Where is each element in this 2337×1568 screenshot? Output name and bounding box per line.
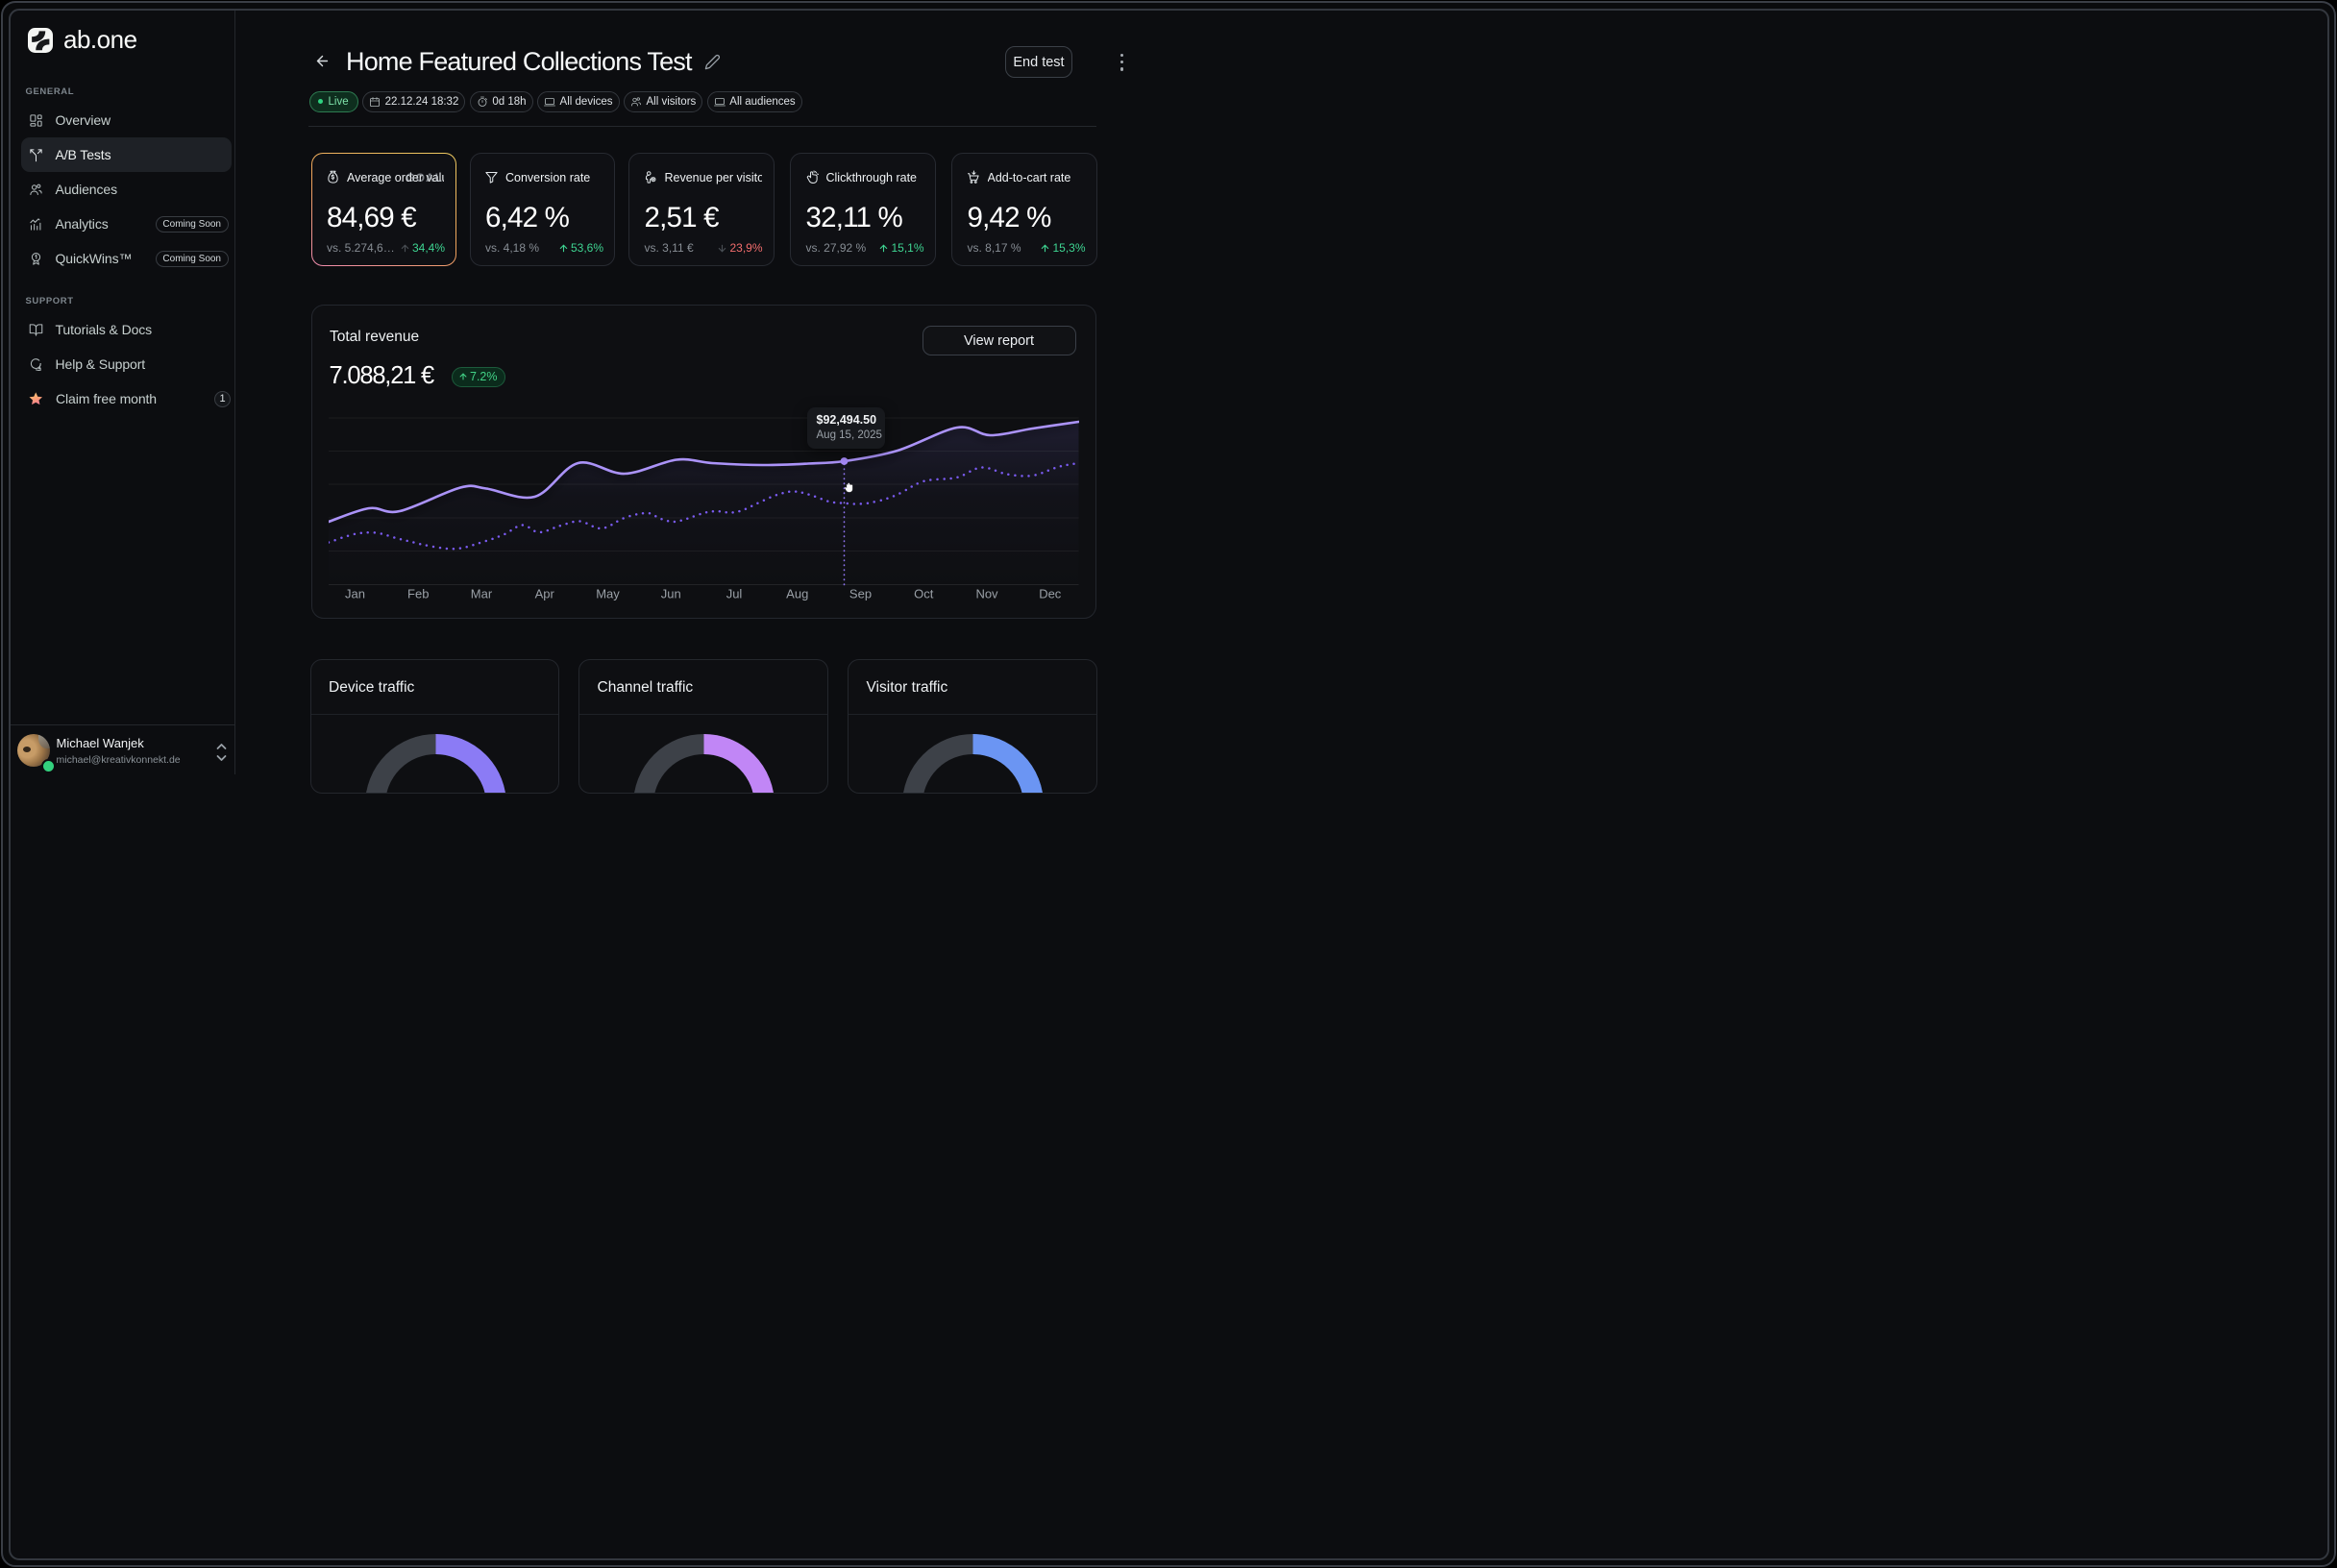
svg-text:Jun: Jun (661, 587, 681, 601)
svg-text:May: May (596, 587, 620, 601)
svg-text:Sep: Sep (849, 587, 872, 601)
svg-text:Nov: Nov (975, 587, 998, 601)
svg-text:Apr: Apr (535, 587, 555, 601)
svg-text:Mar: Mar (471, 587, 493, 601)
svg-text:Dec: Dec (1039, 587, 1062, 601)
svg-text:Aug: Aug (786, 587, 808, 601)
svg-text:Jul: Jul (726, 587, 743, 601)
svg-text:Feb: Feb (407, 587, 429, 601)
svg-text:Jan: Jan (345, 587, 365, 601)
svg-text:Oct: Oct (914, 587, 934, 601)
